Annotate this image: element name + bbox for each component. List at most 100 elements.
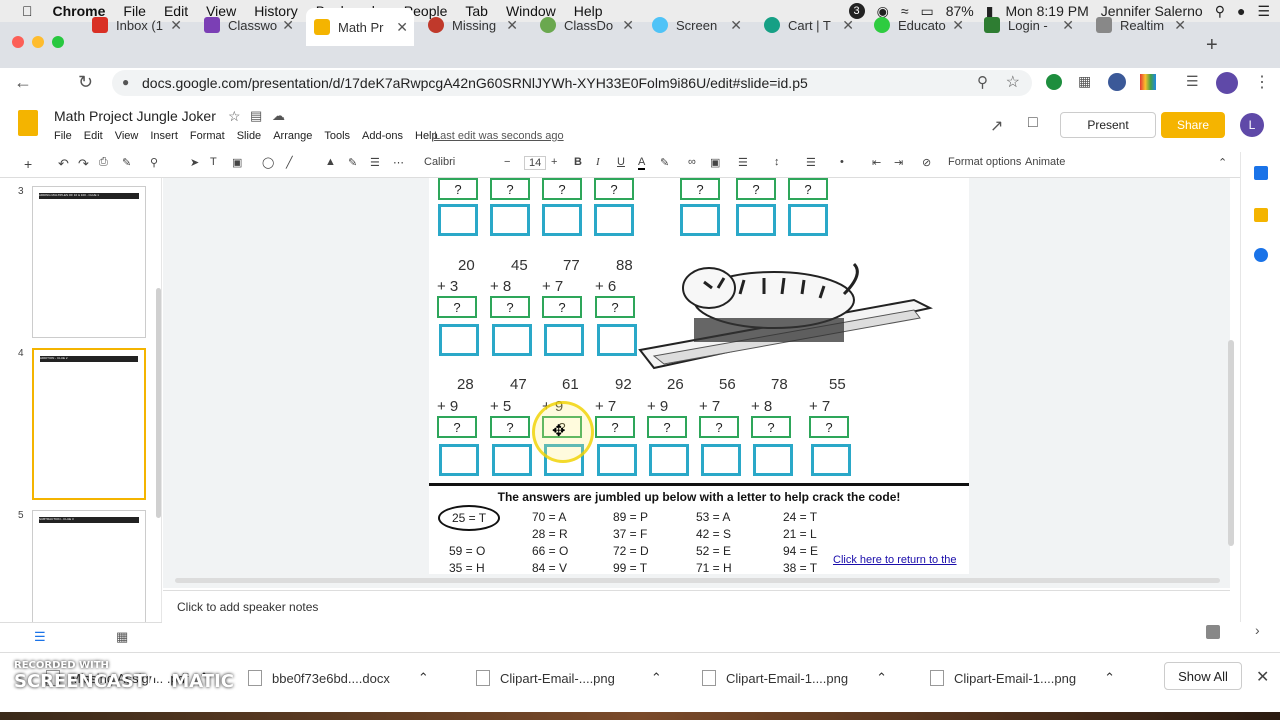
chevron-up-icon[interactable]: ⌃: [651, 670, 662, 686]
question-box[interactable]: ?: [680, 178, 720, 200]
last-edit-link[interactable]: Last edit was seconds ago: [434, 130, 564, 142]
decrease-indent-icon[interactable]: ⇤: [872, 156, 881, 169]
profile-avatar-icon[interactable]: [1216, 72, 1238, 94]
question-box[interactable]: ?: [542, 178, 582, 200]
browser-tab[interactable]: Inbox (1 ✕: [84, 10, 188, 40]
window-close-icon[interactable]: [12, 36, 24, 48]
zoom-menu-icon[interactable]: ⚲: [150, 156, 158, 169]
answer-box[interactable]: [597, 324, 637, 356]
filmstrip-view-icon[interactable]: ☰: [34, 629, 46, 645]
doc-title[interactable]: Math Project Jungle Joker: [54, 108, 216, 124]
reload-icon[interactable]: ↻: [78, 72, 93, 93]
browser-tab[interactable]: Classwo ✕: [196, 10, 300, 40]
extension-menu-icon[interactable]: ☰: [1186, 73, 1199, 90]
link-icon[interactable]: ∞: [688, 156, 696, 168]
answer-box[interactable]: [788, 204, 828, 236]
answer-box[interactable]: [649, 444, 689, 476]
textbox-icon[interactable]: T: [210, 156, 217, 168]
animate-button[interactable]: Animate: [1025, 156, 1065, 168]
close-tab-icon[interactable]: ✕: [730, 17, 742, 34]
border-dash-icon[interactable]: ⋯: [393, 156, 404, 169]
download-item[interactable]: Clipart-Email-1....png ⌃: [702, 670, 887, 686]
border-color-icon[interactable]: ✎: [348, 156, 357, 169]
paint-format-icon[interactable]: ✎: [122, 156, 131, 169]
bold-icon[interactable]: B: [574, 156, 582, 168]
expand-panel-icon[interactable]: ›: [1255, 622, 1260, 638]
question-box[interactable]: ?: [437, 296, 477, 318]
bookmark-star-icon[interactable]: ☆: [1006, 72, 1020, 92]
question-box[interactable]: ?: [751, 416, 791, 438]
extension-icon[interactable]: [1046, 74, 1062, 90]
star-icon[interactable]: ☆: [228, 108, 241, 125]
question-box[interactable]: ?: [736, 178, 776, 200]
browser-tab[interactable]: ClassDo ✕: [532, 10, 640, 40]
redo-icon[interactable]: ↷: [78, 156, 89, 172]
close-tab-icon[interactable]: ✕: [1174, 17, 1186, 34]
close-tab-icon[interactable]: ✕: [282, 17, 294, 34]
answer-box[interactable]: [544, 324, 584, 356]
browser-tab[interactable]: Screen ✕: [644, 10, 748, 40]
question-box[interactable]: ?: [647, 416, 687, 438]
show-all-downloads-button[interactable]: Show All: [1164, 662, 1242, 690]
menu-slide[interactable]: Slide: [237, 130, 261, 142]
answer-box[interactable]: [701, 444, 741, 476]
grid-view-icon[interactable]: ▦: [116, 629, 128, 645]
question-box[interactable]: ?: [595, 416, 635, 438]
new-slide-icon[interactable]: +: [24, 156, 32, 172]
fill-color-icon[interactable]: ▲: [325, 156, 336, 168]
slide-thumbnail-selected[interactable]: ADDITION - CLUE 2: [32, 348, 146, 500]
close-tab-icon[interactable]: ✕: [506, 17, 518, 34]
close-tab-icon[interactable]: ✕: [952, 17, 964, 34]
question-box[interactable]: ?: [490, 178, 530, 200]
apple-icon[interactable]: : [22, 3, 33, 19]
extension-color-icon[interactable]: [1140, 74, 1156, 90]
answer-box[interactable]: [542, 204, 582, 236]
line-icon[interactable]: ╱: [286, 156, 293, 169]
image-icon[interactable]: ▣: [232, 156, 242, 169]
answer-box[interactable]: [597, 444, 637, 476]
slide[interactable]: ??????? 20 + 3? 45 + 8? 77 + 7? 88 + 6? 28 + 9? 47 +…: [429, 178, 969, 575]
insert-comment-icon[interactable]: ▣: [710, 156, 720, 169]
siri-icon[interactable]: ●: [1237, 3, 1245, 19]
browser-tab[interactable]: Cart | T ✕: [756, 10, 860, 40]
spotlight-icon[interactable]: ⚲: [1215, 3, 1225, 20]
close-tab-icon[interactable]: ✕: [622, 17, 634, 34]
menu-file[interactable]: File: [54, 130, 72, 142]
undo-icon[interactable]: ↶: [58, 156, 69, 172]
highlight-icon[interactable]: ✎: [660, 156, 669, 169]
question-box[interactable]: ?: [542, 296, 582, 318]
question-box[interactable]: ?: [788, 178, 828, 200]
question-box[interactable]: ?: [594, 178, 634, 200]
download-item[interactable]: bbe0f73e6bd....docx ⌃: [248, 670, 429, 686]
increase-indent-icon[interactable]: ⇥: [894, 156, 903, 169]
browser-tab[interactable]: Educato ✕: [866, 10, 970, 40]
close-tab-icon[interactable]: ✕: [170, 17, 182, 34]
menu-format[interactable]: Format: [190, 130, 225, 142]
answer-box[interactable]: [811, 444, 851, 476]
numbered-list-icon[interactable]: ☰: [806, 156, 816, 169]
browser-tab[interactable]: Missing ✕: [420, 10, 524, 40]
slides-logo-icon[interactable]: [18, 110, 38, 136]
decrease-font-size-button[interactable]: −: [504, 156, 510, 168]
align-icon[interactable]: ☰: [738, 156, 748, 169]
extension-k-icon[interactable]: [1108, 73, 1126, 91]
menu-arrange[interactable]: Arrange: [273, 130, 312, 142]
answer-box[interactable]: [439, 324, 479, 356]
tiger-image[interactable]: [634, 260, 934, 370]
present-button[interactable]: Present: [1060, 112, 1156, 138]
font-family-select[interactable]: Calibri: [424, 156, 484, 168]
bulleted-list-icon[interactable]: •: [840, 156, 844, 168]
account-avatar[interactable]: L: [1240, 113, 1264, 137]
chevron-up-icon[interactable]: ⌃: [876, 670, 887, 686]
move-folder-icon[interactable]: ▤: [250, 108, 262, 124]
select-icon[interactable]: ➤: [190, 156, 199, 169]
notification-center-icon[interactable]: ☰: [1257, 3, 1270, 20]
keep-icon[interactable]: [1254, 208, 1268, 222]
menu-insert[interactable]: Insert: [150, 130, 178, 142]
question-box[interactable]: ?: [699, 416, 739, 438]
question-box[interactable]: ?: [437, 416, 477, 438]
speaker-notes-placeholder[interactable]: Click to add speaker notes: [177, 600, 318, 614]
browser-tab[interactable]: Realtim ✕: [1088, 10, 1192, 40]
clear-formatting-icon[interactable]: ⊘: [922, 156, 931, 169]
speaker-notes-panel[interactable]: [163, 590, 1230, 622]
